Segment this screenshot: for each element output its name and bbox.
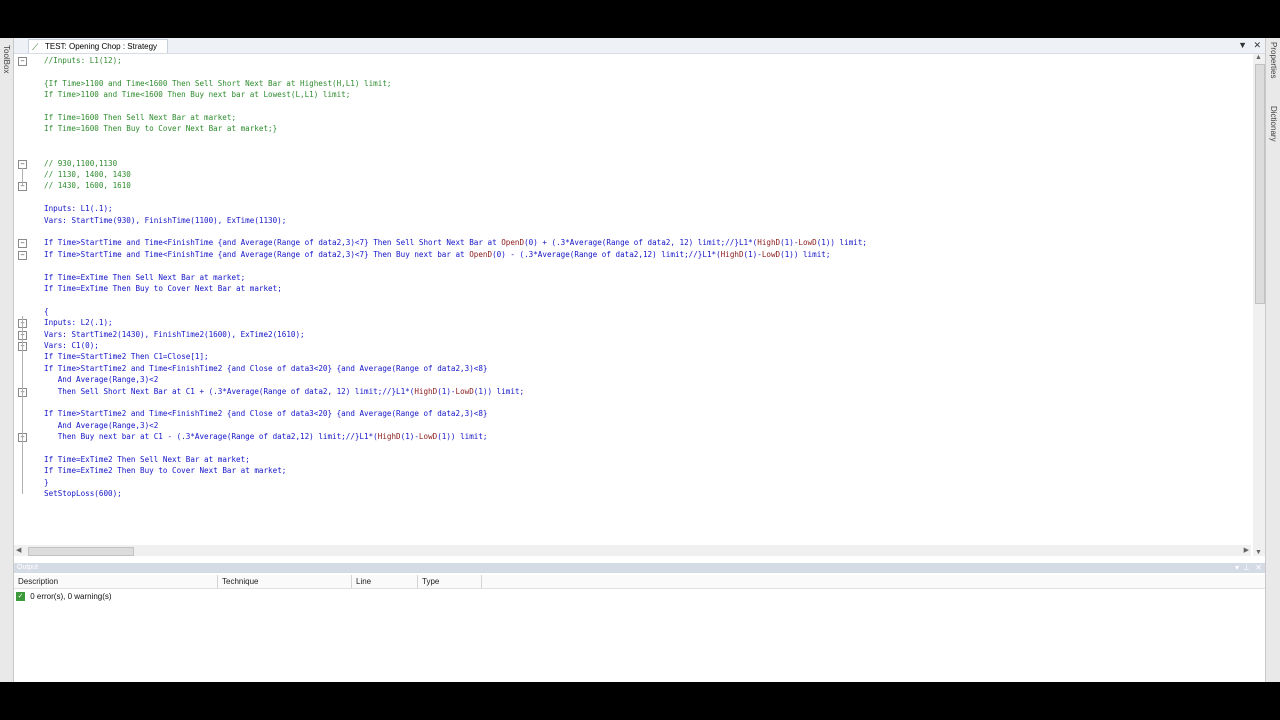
right-panel-strip: Properties Dictionary [1265, 38, 1280, 682]
scroll-right-icon[interactable]: ▶ [1244, 545, 1249, 556]
horizontal-scroll-thumb[interactable] [28, 547, 134, 556]
output-panel-header: Output ▾ ⊥ ✕ [14, 563, 1265, 573]
output-dropdown-icon[interactable]: ▾ [1235, 563, 1239, 573]
code-line[interactable]: Then Sell Short Next Bar at C1 + (.3*Ave… [44, 386, 524, 397]
code-line[interactable]: If Time=1600 Then Sell Next Bar at marke… [44, 112, 236, 123]
code-line[interactable]: If Time=StartTime2 Then C1=Close[1]; [44, 351, 209, 362]
output-message-row[interactable]: ✓ 0 error(s), 0 warning(s) [16, 591, 112, 603]
vertical-scroll-thumb[interactable] [1255, 64, 1265, 304]
document-tab[interactable]: ⟋ TEST: Opening Chop : Strategy [28, 39, 168, 53]
output-message: 0 error(s), 0 warning(s) [30, 592, 112, 601]
column-line[interactable]: Line [352, 575, 418, 588]
tradestation-editor-window: ToolBox Properties Dictionary ⟋ TEST: Op… [0, 38, 1280, 682]
code-line[interactable]: If Time>StartTime2 and Time<FinishTime2 … [44, 408, 487, 419]
code-line[interactable]: If Time>StartTime2 and Time<FinishTime2 … [44, 363, 487, 374]
tab-list-dropdown-icon[interactable]: ▼ [1238, 38, 1247, 53]
code-line[interactable]: // 1130, 1400, 1430 [44, 169, 131, 180]
fold-gutter: −−−−−−−−−− [14, 54, 40, 556]
horizontal-scrollbar[interactable]: ◀ ▶ [14, 545, 1251, 556]
fold-toggle-icon[interactable]: − [18, 57, 27, 66]
code-line[interactable]: Vars: StartTime2(1430), FinishTime2(1600… [44, 329, 305, 340]
code-line[interactable]: { [44, 306, 49, 317]
code-line[interactable]: If Time>1100 and Time<1600 Then Buy next… [44, 89, 350, 100]
scroll-left-icon[interactable]: ◀ [16, 545, 21, 556]
code-line[interactable]: Vars: StartTime(930), FinishTime(1100), … [44, 215, 286, 226]
code-line[interactable]: Vars: C1(0); [44, 340, 99, 351]
code-line[interactable]: If Time=ExTime Then Sell Next Bar at mar… [44, 272, 245, 283]
code-editor[interactable]: −−−−−−−−−− //Inputs: L1(12);{If Time>110… [14, 54, 1265, 556]
scroll-up-icon[interactable]: ▲ [1255, 54, 1262, 61]
output-column-headers: Description Technique Line Type [14, 575, 1265, 589]
code-line[interactable]: If Time=ExTime Then Buy to Cover Next Ba… [44, 283, 282, 294]
code-line[interactable]: // 1430, 1600, 1610 [44, 180, 131, 191]
code-line[interactable]: If Time=ExTime2 Then Sell Next Bar at ma… [44, 454, 250, 465]
code-line[interactable]: Then Buy next bar at C1 - (.3*Average(Ra… [44, 431, 488, 442]
scroll-down-icon[interactable]: ▼ [1255, 549, 1262, 556]
dictionary-tab[interactable]: Dictionary [1267, 106, 1279, 142]
code-line[interactable]: If Time>StartTime and Time<FinishTime {a… [44, 237, 867, 248]
code-line[interactable]: If Time=1600 Then Buy to Cover Next Bar … [44, 123, 277, 134]
code-line[interactable]: // 930,1100,1130 [44, 158, 117, 169]
document-tab-bar: ⟋ TEST: Opening Chop : Strategy ▼ ✕ [14, 38, 1265, 54]
fold-guide [22, 167, 23, 187]
toolbox-tab[interactable]: ToolBox [0, 42, 12, 76]
fold-guide [22, 315, 23, 495]
code-line[interactable]: And Average(Range,3)<2 [44, 374, 159, 385]
output-title: Output [17, 564, 39, 571]
column-description[interactable]: Description [14, 575, 218, 588]
check-icon: ✓ [16, 592, 25, 602]
code-line[interactable]: {If Time>1100 and Time<1600 Then Sell Sh… [44, 78, 391, 89]
document-tab-title: TEST: Opening Chop : Strategy [45, 42, 158, 51]
code-line[interactable]: } [44, 477, 49, 488]
vertical-scrollbar[interactable]: ▲ ▼ [1253, 54, 1265, 556]
code-line[interactable]: SetStopLoss(600); [44, 488, 122, 499]
pin-icon[interactable]: ⊥ [1243, 563, 1250, 573]
code-line[interactable]: //Inputs: L1(12); [44, 55, 122, 66]
code-line[interactable]: And Average(Range,3)<2 [44, 420, 159, 431]
fold-toggle-icon[interactable]: − [18, 250, 27, 260]
code-line[interactable]: If Time=ExTime2 Then Buy to Cover Next B… [44, 465, 286, 476]
close-output-icon[interactable]: ✕ [1255, 563, 1262, 573]
properties-tab[interactable]: Properties [1267, 42, 1279, 78]
code-line[interactable]: If Time>StartTime and Time<FinishTime {a… [44, 249, 830, 260]
close-document-icon[interactable]: ✕ [1253, 38, 1261, 53]
column-type[interactable]: Type [418, 575, 482, 588]
left-toolbox-strip: ToolBox [0, 38, 14, 682]
strategy-icon: ⟋ [32, 42, 39, 52]
code-line[interactable]: Inputs: L1(.1); [44, 203, 113, 214]
fold-toggle-icon[interactable]: − [18, 239, 27, 249]
column-technique[interactable]: Technique [218, 575, 352, 588]
code-line[interactable]: Inputs: L2(.1); [44, 317, 113, 328]
